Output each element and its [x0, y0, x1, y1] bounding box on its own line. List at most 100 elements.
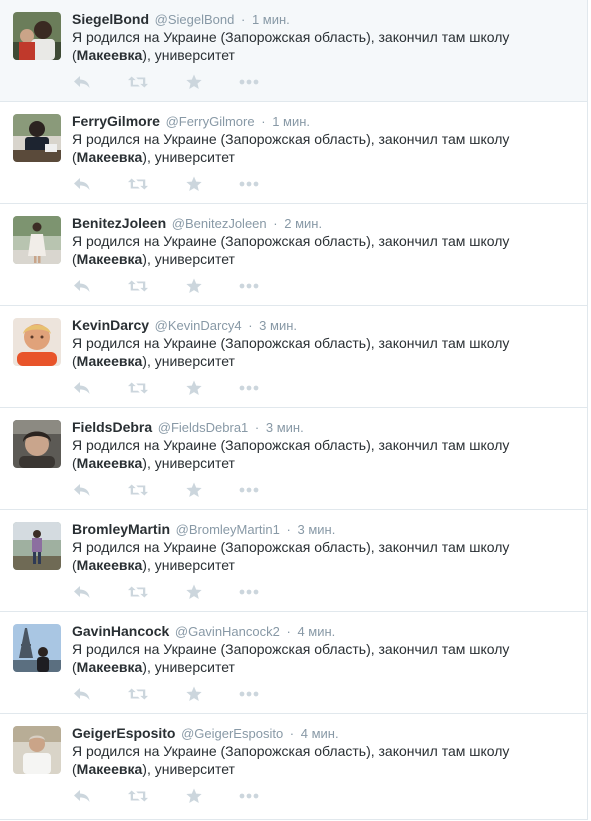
tweet-text: Я родился на Украине (Запорожская област…: [72, 130, 552, 166]
tweet[interactable]: KevinDarcy @KevinDarcy4 · 3 мин. Я родил…: [0, 306, 587, 408]
retweet-icon[interactable]: [128, 481, 148, 499]
username[interactable]: @FieldsDebra1: [158, 420, 249, 435]
username[interactable]: @BenitezJoleen: [172, 216, 267, 231]
fullname[interactable]: FieldsDebra: [72, 419, 152, 435]
favorite-icon[interactable]: [184, 277, 204, 295]
favorite-icon[interactable]: [184, 73, 204, 91]
tweet[interactable]: FerryGilmore @FerryGilmore · 1 мин. Я ро…: [0, 102, 587, 204]
timeline: SiegelBond @SiegelBond · 1 мин. Я родилс…: [0, 0, 588, 820]
reply-icon[interactable]: [72, 379, 92, 397]
tweet-header: BromleyMartin @BromleyMartin1 · 3 мин.: [72, 520, 335, 539]
username[interactable]: @GeigerEsposito: [181, 726, 283, 741]
more-icon[interactable]: [239, 481, 259, 499]
timestamp[interactable]: 3 мин.: [266, 420, 304, 435]
favorite-icon[interactable]: [184, 175, 204, 193]
more-icon[interactable]: [239, 277, 259, 295]
retweet-icon[interactable]: [128, 583, 148, 601]
retweet-icon[interactable]: [128, 175, 148, 193]
fullname[interactable]: BenitezJoleen: [72, 215, 166, 231]
tweet-text-after: ), университет: [142, 149, 235, 165]
separator: ·: [254, 420, 260, 435]
tweet[interactable]: GeigerEsposito @GeigerEsposito · 4 мин. …: [0, 714, 587, 816]
fullname[interactable]: BromleyMartin: [72, 521, 170, 537]
tweet-header: GavinHancock @GavinHancock2 · 4 мин.: [72, 622, 335, 641]
reply-icon[interactable]: [72, 277, 92, 295]
username[interactable]: @BromleyMartin1: [176, 522, 280, 537]
avatar[interactable]: [13, 216, 61, 264]
tweet-text: Я родился на Украине (Запорожская област…: [72, 28, 552, 64]
avatar[interactable]: [13, 522, 61, 570]
tweet-text-after: ), университет: [142, 557, 235, 573]
separator: ·: [248, 318, 253, 333]
tweet-text-after: ), университет: [142, 353, 235, 369]
retweet-icon[interactable]: [128, 379, 148, 397]
tweet-header: FieldsDebra @FieldsDebra1 · 3 мин.: [72, 418, 304, 437]
more-icon[interactable]: [239, 583, 259, 601]
username[interactable]: @KevinDarcy4: [155, 318, 242, 333]
more-icon[interactable]: [239, 685, 259, 703]
avatar[interactable]: [13, 726, 61, 774]
avatar[interactable]: [13, 318, 61, 366]
separator: ·: [240, 12, 246, 27]
reply-icon[interactable]: [72, 481, 92, 499]
retweet-icon[interactable]: [128, 787, 148, 805]
fullname[interactable]: FerryGilmore: [72, 113, 160, 129]
username[interactable]: @SiegelBond: [155, 12, 235, 27]
more-icon[interactable]: [239, 73, 259, 91]
reply-icon[interactable]: [72, 73, 92, 91]
avatar[interactable]: [13, 12, 61, 60]
timestamp[interactable]: 1 мин.: [252, 12, 290, 27]
avatar[interactable]: [13, 624, 61, 672]
reply-icon[interactable]: [72, 787, 92, 805]
tweet-text-after: ), университет: [142, 251, 235, 267]
username[interactable]: @GavinHancock2: [175, 624, 280, 639]
tweet-text-after: ), университет: [142, 659, 235, 675]
tweet[interactable]: GavinHancock @GavinHancock2 · 4 мин. Я р…: [0, 612, 587, 714]
tweet-text-bold: Макеевка: [76, 47, 143, 63]
username[interactable]: @FerryGilmore: [166, 114, 255, 129]
separator: ·: [261, 114, 266, 129]
avatar[interactable]: [13, 420, 61, 468]
tweet-text: Я родился на Украине (Запорожская област…: [72, 436, 552, 472]
more-icon[interactable]: [239, 787, 259, 805]
more-icon[interactable]: [239, 379, 259, 397]
tweet[interactable]: BromleyMartin @BromleyMartin1 · 3 мин. Я…: [0, 510, 587, 612]
favorite-icon[interactable]: [184, 787, 204, 805]
tweet-header: KevinDarcy @KevinDarcy4 · 3 мин.: [72, 316, 297, 335]
favorite-icon[interactable]: [184, 685, 204, 703]
reply-icon[interactable]: [72, 685, 92, 703]
favorite-icon[interactable]: [184, 379, 204, 397]
more-icon[interactable]: [239, 175, 259, 193]
fullname[interactable]: GavinHancock: [72, 623, 169, 639]
tweet-text-bold: Макеевка: [76, 761, 143, 777]
timestamp[interactable]: 3 мин.: [259, 318, 297, 333]
tweet-text: Я родился на Украине (Запорожская област…: [72, 232, 552, 268]
timestamp[interactable]: 2 мин.: [284, 216, 322, 231]
tweet-text-after: ), университет: [142, 47, 235, 63]
timestamp[interactable]: 4 мин.: [301, 726, 339, 741]
favorite-icon[interactable]: [184, 481, 204, 499]
timestamp[interactable]: 3 мин.: [297, 522, 335, 537]
tweet-text: Я родился на Украине (Запорожская област…: [72, 742, 552, 778]
tweet[interactable]: SiegelBond @SiegelBond · 1 мин. Я родилс…: [0, 0, 587, 102]
reply-icon[interactable]: [72, 583, 92, 601]
tweet[interactable]: BenitezJoleen @BenitezJoleen · 2 мин. Я …: [0, 204, 587, 306]
tweet-text-bold: Макеевка: [76, 659, 143, 675]
retweet-icon[interactable]: [128, 277, 148, 295]
favorite-icon[interactable]: [184, 583, 204, 601]
fullname[interactable]: SiegelBond: [72, 11, 149, 27]
separator: ·: [286, 624, 291, 639]
tweet-text-bold: Макеевка: [76, 149, 143, 165]
fullname[interactable]: GeigerEsposito: [72, 725, 175, 741]
tweet-text-after: ), университет: [142, 761, 235, 777]
tweet-header: SiegelBond @SiegelBond · 1 мин.: [72, 10, 290, 29]
reply-icon[interactable]: [72, 175, 92, 193]
tweet-text-bold: Макеевка: [76, 455, 143, 471]
retweet-icon[interactable]: [128, 685, 148, 703]
tweet[interactable]: FieldsDebra @FieldsDebra1 · 3 мин. Я род…: [0, 408, 587, 510]
retweet-icon[interactable]: [128, 73, 148, 91]
avatar[interactable]: [13, 114, 61, 162]
timestamp[interactable]: 4 мин.: [297, 624, 335, 639]
timestamp[interactable]: 1 мин.: [272, 114, 310, 129]
fullname[interactable]: KevinDarcy: [72, 317, 149, 333]
